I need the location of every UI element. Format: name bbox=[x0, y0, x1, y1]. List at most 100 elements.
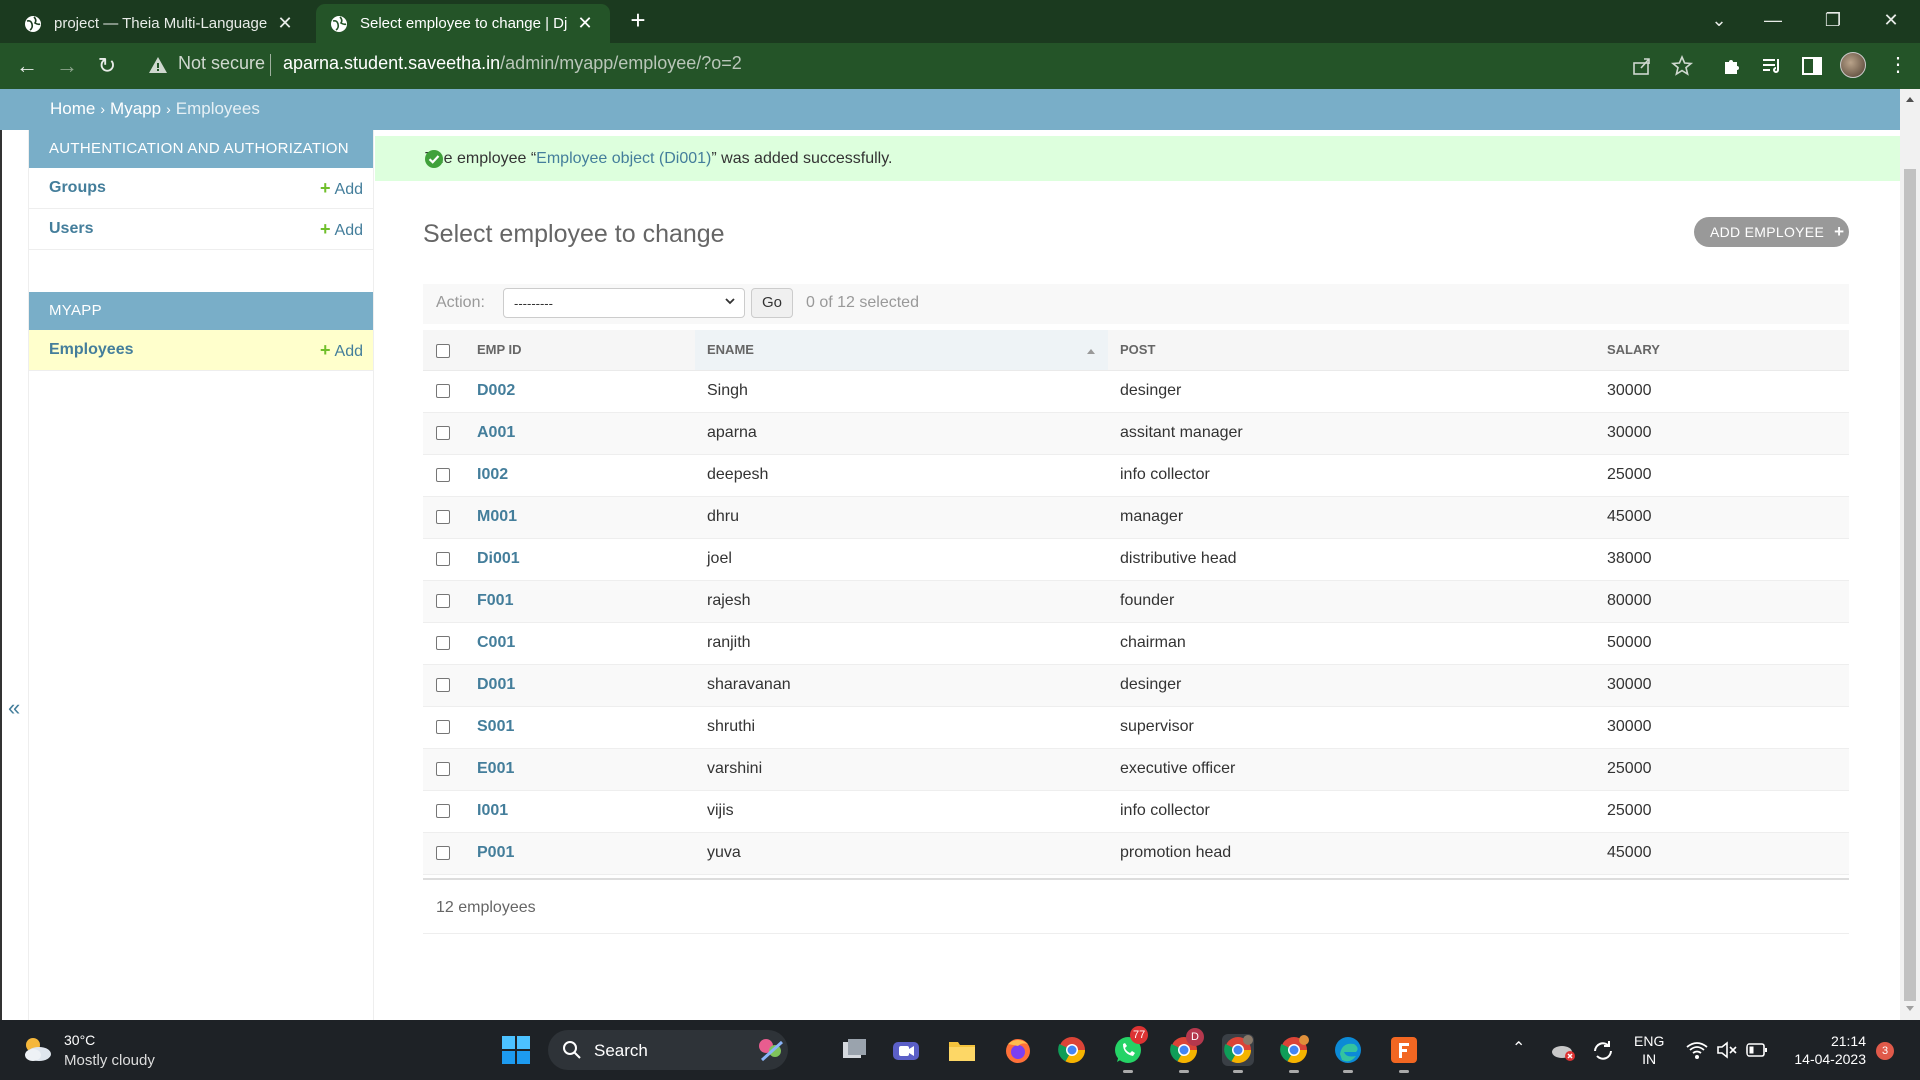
row-checkbox[interactable] bbox=[436, 761, 450, 776]
system-clock[interactable]: 21:14 14-04-2023 bbox=[1786, 1032, 1866, 1068]
row-checkbox[interactable] bbox=[436, 677, 450, 692]
row-checkbox[interactable] bbox=[436, 509, 450, 524]
side-panel-icon[interactable] bbox=[1800, 54, 1824, 78]
scroll-up-arrow-icon[interactable] bbox=[1905, 95, 1915, 105]
tab-search-chevron-icon[interactable]: ⌄ bbox=[1694, 0, 1744, 40]
reading-list-icon[interactable] bbox=[1760, 54, 1784, 78]
sidebar-item-label[interactable]: Groups bbox=[49, 179, 106, 197]
row-checkbox[interactable] bbox=[436, 383, 450, 398]
sync-icon[interactable] bbox=[1590, 1038, 1616, 1064]
bookmark-star-icon[interactable] bbox=[1670, 54, 1694, 78]
go-button[interactable]: Go bbox=[751, 288, 793, 318]
address-bar[interactable]: aparna.student.saveetha.in/admin/myapp/e… bbox=[283, 53, 742, 74]
foxit-app[interactable] bbox=[1388, 1034, 1420, 1073]
profile-avatar[interactable] bbox=[1840, 52, 1866, 78]
emp-id-link[interactable]: F001 bbox=[463, 580, 695, 623]
row-checkbox[interactable] bbox=[436, 425, 450, 440]
row-checkbox[interactable] bbox=[436, 551, 450, 566]
warning-icon[interactable] bbox=[148, 55, 168, 75]
column-header-salary[interactable]: SALARY bbox=[1595, 330, 1849, 371]
maximize-icon[interactable]: ❐ bbox=[1808, 0, 1858, 40]
file-explorer-icon[interactable] bbox=[946, 1034, 978, 1066]
sidebar-item-employees[interactable]: Employees + Add bbox=[29, 330, 373, 371]
scroll-down-arrow-icon[interactable] bbox=[1905, 1003, 1915, 1013]
wifi-icon[interactable] bbox=[1686, 1040, 1708, 1060]
breadcrumb-home[interactable]: Home bbox=[50, 99, 95, 118]
emp-id-link[interactable]: S001 bbox=[463, 706, 695, 749]
sidebar-collapse-strip[interactable]: « bbox=[0, 130, 29, 1020]
cloud-sun-icon[interactable] bbox=[20, 1034, 54, 1064]
chrome-active-app[interactable] bbox=[1222, 1034, 1254, 1073]
emp-id-link[interactable]: I002 bbox=[463, 454, 695, 497]
scrollbar-thumb[interactable] bbox=[1904, 169, 1916, 1001]
weather-temperature[interactable]: 30°C bbox=[64, 1032, 95, 1048]
reload-icon[interactable]: ↻ bbox=[92, 51, 122, 81]
chrome-profile-d-app[interactable]: D bbox=[1168, 1028, 1204, 1073]
emp-id-link[interactable]: P001 bbox=[463, 832, 695, 875]
chrome-profile-2-app[interactable] bbox=[1278, 1034, 1310, 1073]
window-close-icon[interactable]: ✕ bbox=[1866, 0, 1916, 40]
column-header-post[interactable]: POST bbox=[1108, 330, 1595, 371]
onedrive-error-icon[interactable] bbox=[1550, 1038, 1576, 1064]
tab-close-icon[interactable]: ✕ bbox=[274, 13, 296, 34]
breadcrumb-app[interactable]: Myapp bbox=[110, 99, 161, 118]
input-language[interactable]: ENG IN bbox=[1634, 1032, 1664, 1068]
sort-ascending-icon[interactable] bbox=[1086, 346, 1096, 356]
emp-id-link[interactable]: D002 bbox=[463, 370, 695, 413]
add-employee-button[interactable]: ADD EMPLOYEE + bbox=[1694, 217, 1849, 247]
browser-tab-theia[interactable]: project — Theia Multi-Language ✕ bbox=[10, 4, 310, 43]
emp-id-link[interactable]: D001 bbox=[463, 664, 695, 707]
row-checkbox[interactable] bbox=[436, 635, 450, 650]
select-all-checkbox[interactable] bbox=[436, 343, 450, 358]
task-view-icon[interactable] bbox=[838, 1034, 870, 1066]
show-hidden-icons-chevron-icon[interactable]: ⌃ bbox=[1512, 1038, 1525, 1058]
weather-condition[interactable]: Mostly cloudy bbox=[64, 1052, 155, 1069]
volume-muted-icon[interactable] bbox=[1716, 1040, 1738, 1060]
module-caption-auth[interactable]: Authentication and Authorization bbox=[29, 130, 373, 168]
row-checkbox[interactable] bbox=[436, 803, 450, 818]
emp-id-link[interactable]: E001 bbox=[463, 748, 695, 791]
sidebar-item-label[interactable]: Users bbox=[49, 220, 93, 238]
row-checkbox[interactable] bbox=[436, 593, 450, 608]
collapse-sidebar-icon[interactable]: « bbox=[8, 695, 20, 721]
add-employee-link[interactable]: + Add bbox=[320, 340, 363, 361]
emp-id-link[interactable]: Di001 bbox=[463, 538, 695, 581]
minimize-icon[interactable]: — bbox=[1748, 0, 1798, 40]
sidebar-item-users[interactable]: Users + Add bbox=[29, 209, 373, 250]
firefox-icon[interactable] bbox=[1002, 1034, 1034, 1066]
message-object-link[interactable]: Employee object (Di001) bbox=[536, 150, 711, 168]
action-select[interactable]: --------- bbox=[503, 288, 745, 318]
battery-icon[interactable] bbox=[1746, 1042, 1768, 1058]
new-tab-icon[interactable]: + bbox=[624, 6, 652, 36]
add-group-link[interactable]: + Add bbox=[320, 178, 363, 199]
forward-icon[interactable]: → bbox=[52, 51, 82, 81]
row-checkbox[interactable] bbox=[436, 467, 450, 482]
back-icon[interactable]: ← bbox=[12, 51, 42, 81]
emp-id-link[interactable]: A001 bbox=[463, 412, 695, 455]
chrome-icon[interactable] bbox=[1056, 1034, 1088, 1066]
emp-id-link[interactable]: M001 bbox=[463, 496, 695, 539]
sidebar-item-label[interactable]: Employees bbox=[49, 341, 133, 359]
sidebar-item-groups[interactable]: Groups + Add bbox=[29, 168, 373, 209]
emp-id-link[interactable]: I001 bbox=[463, 790, 695, 833]
security-label[interactable]: Not secure bbox=[178, 53, 265, 74]
add-user-link[interactable]: + Add bbox=[320, 219, 363, 240]
row-checkbox[interactable] bbox=[436, 845, 450, 860]
module-caption-myapp[interactable]: Myapp bbox=[29, 292, 373, 330]
emp-id-link[interactable]: C001 bbox=[463, 622, 695, 665]
row-checkbox[interactable] bbox=[436, 719, 450, 734]
whatsapp-app[interactable]: 77 bbox=[1112, 1026, 1149, 1073]
notification-badge[interactable]: 3 bbox=[1876, 1042, 1894, 1060]
extensions-puzzle-icon[interactable] bbox=[1720, 54, 1744, 78]
page-scrollbar[interactable] bbox=[1900, 89, 1920, 1020]
share-icon[interactable] bbox=[1630, 54, 1654, 78]
column-header-ename[interactable]: ENAME bbox=[695, 330, 1108, 371]
browser-menu-icon[interactable]: ⋮ bbox=[1888, 52, 1908, 78]
taskbar-search[interactable]: Search bbox=[548, 1030, 788, 1070]
edge-app[interactable] bbox=[1332, 1034, 1364, 1073]
browser-tab-django[interactable]: Select employee to change | Djan ✕ bbox=[316, 4, 610, 43]
tab-close-icon[interactable]: ✕ bbox=[574, 13, 596, 34]
windows-start-icon[interactable] bbox=[502, 1036, 530, 1064]
column-header-emp-id[interactable]: EMP ID bbox=[463, 330, 695, 371]
meet-video-icon[interactable] bbox=[890, 1034, 922, 1066]
